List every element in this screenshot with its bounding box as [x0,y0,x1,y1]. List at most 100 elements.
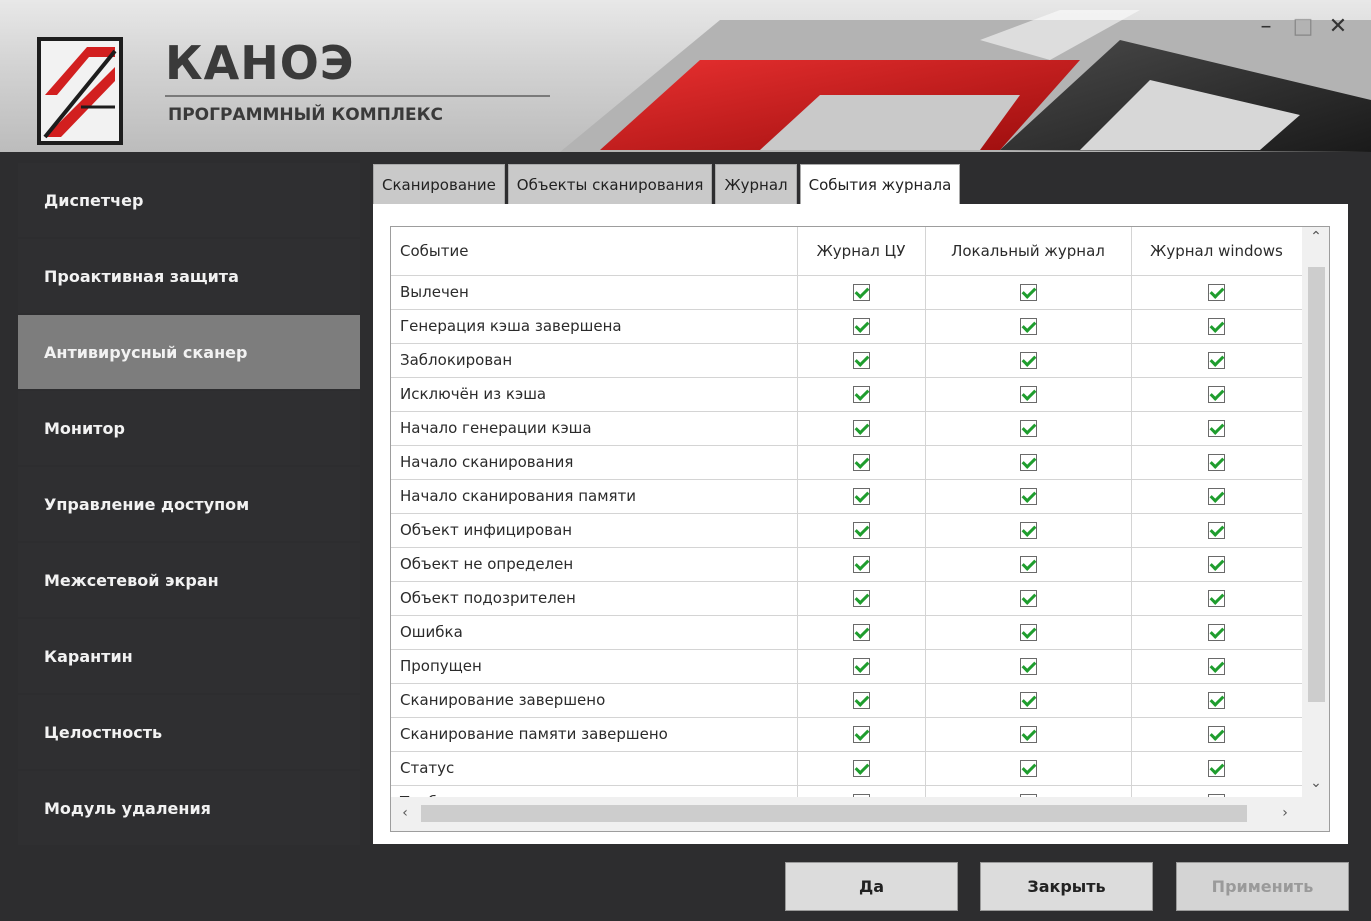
horizontal-scrollbar[interactable]: ‹ › [391,797,1329,831]
table-row[interactable]: Пропущен [391,648,1303,683]
cu-log-checkbox[interactable] [852,624,870,641]
cu-log-checkbox[interactable] [852,658,870,675]
local-log-checkbox[interactable] [1019,556,1037,573]
tab-scanning[interactable]: Сканирование [373,164,505,204]
scroll-right-icon[interactable]: › [1271,805,1299,821]
local-log-checkbox[interactable] [1019,454,1037,471]
local-log-checkbox[interactable] [1019,352,1037,369]
event-name-cell: Объект не определен [391,546,798,581]
horizontal-scroll-thumb[interactable] [421,805,1247,822]
vertical-scroll-thumb[interactable] [1308,267,1325,702]
sidebar-item-antivirus-scanner[interactable]: Антивирусный сканер [18,315,360,389]
minimize-button[interactable]: – [1253,14,1279,40]
table-row[interactable]: Объект инфицирован [391,512,1303,547]
windows-log-checkbox[interactable] [1208,624,1225,641]
tab-log[interactable]: Журнал [715,164,797,204]
cu-log-checkbox[interactable] [852,760,870,777]
table-row[interactable]: Ошибка [391,614,1303,649]
table-row[interactable]: Статус [391,750,1303,785]
cu-log-cell [797,580,926,615]
sidebar-item-access-control[interactable]: Управление доступом [18,467,360,541]
local-log-cell [925,648,1132,683]
brand-title: КАНОЭ [165,36,355,90]
table-row[interactable]: Исключён из кэша [391,376,1303,411]
table-row[interactable]: Сканирование завершено [391,682,1303,717]
local-log-cell [925,274,1132,309]
tab-log-events[interactable]: События журнала [799,164,961,205]
column-header-windows-log[interactable]: Журнал windows [1131,227,1303,275]
cu-log-checkbox[interactable] [852,488,870,505]
table-row[interactable]: Объект не определен [391,546,1303,581]
windows-log-checkbox[interactable] [1208,284,1225,301]
cu-log-checkbox[interactable] [852,454,870,471]
windows-log-checkbox[interactable] [1208,658,1225,675]
windows-log-checkbox[interactable] [1208,454,1225,471]
cu-log-checkbox[interactable] [852,692,870,709]
maximize-button[interactable]: □ [1290,14,1316,40]
cu-log-checkbox[interactable] [852,590,870,607]
local-log-checkbox[interactable] [1019,318,1037,335]
cu-log-checkbox[interactable] [852,420,870,437]
column-header-cu-log[interactable]: Журнал ЦУ [797,227,926,275]
cu-log-cell [797,444,926,479]
table-row[interactable]: Сканирование памяти завершено [391,716,1303,751]
close-window-button[interactable]: ✕ [1325,14,1351,40]
windows-log-checkbox[interactable] [1208,556,1225,573]
table-row[interactable]: Начало сканирования памяти [391,478,1303,513]
local-log-checkbox[interactable] [1019,284,1037,301]
windows-log-checkbox[interactable] [1208,590,1225,607]
local-log-checkbox[interactable] [1019,726,1037,743]
local-log-checkbox[interactable] [1019,658,1037,675]
local-log-checkbox[interactable] [1019,692,1037,709]
windows-log-checkbox[interactable] [1208,386,1225,403]
cu-log-checkbox[interactable] [852,386,870,403]
sidebar-item-firewall[interactable]: Межсетевой экран [18,543,360,617]
table-row[interactable]: Заблокирован [391,342,1303,377]
tab-scan-objects[interactable]: Объекты сканирования [507,164,713,204]
apply-button[interactable]: Применить [1176,862,1349,911]
column-header-local-log[interactable]: Локальный журнал [925,227,1132,275]
event-name-cell: Статус [391,750,798,785]
table-row[interactable]: Объект подозрителен [391,580,1303,615]
ok-button[interactable]: Да [785,862,958,911]
table-row[interactable]: Генерация кэша завершена [391,308,1303,343]
cu-log-checkbox[interactable] [852,284,870,301]
sidebar-item-proactive-protection[interactable]: Проактивная защита [18,239,360,313]
scroll-down-icon[interactable]: ⌄ [1302,775,1329,791]
local-log-checkbox[interactable] [1019,420,1037,437]
local-log-checkbox[interactable] [1019,590,1037,607]
cu-log-checkbox[interactable] [852,352,870,369]
sidebar-item-monitor[interactable]: Монитор [18,391,360,465]
local-log-checkbox[interactable] [1019,488,1037,505]
cu-log-checkbox[interactable] [852,522,870,539]
windows-log-checkbox[interactable] [1208,760,1225,777]
table-row[interactable]: Начало сканирования [391,444,1303,479]
sidebar-item-quarantine[interactable]: Карантин [18,619,360,693]
windows-log-checkbox[interactable] [1208,522,1225,539]
local-log-cell [925,750,1132,785]
table-row[interactable]: Вылечен [391,274,1303,309]
cu-log-checkbox[interactable] [852,726,870,743]
windows-log-checkbox[interactable] [1208,488,1225,505]
local-log-checkbox[interactable] [1019,522,1037,539]
windows-log-checkbox[interactable] [1208,318,1225,335]
cu-log-checkbox[interactable] [852,318,870,335]
local-log-checkbox[interactable] [1019,624,1037,641]
table-row[interactable]: Начало генерации кэша [391,410,1303,445]
cu-log-checkbox[interactable] [852,556,870,573]
sidebar-item-removal-module[interactable]: Модуль удаления [18,771,360,845]
scroll-up-icon[interactable]: ⌃ [1302,229,1329,245]
sidebar-item-dispatcher[interactable]: Диспетчер [18,163,360,237]
scroll-left-icon[interactable]: ‹ [391,805,419,821]
close-button[interactable]: Закрыть [980,862,1153,911]
windows-log-checkbox[interactable] [1208,352,1225,369]
windows-log-checkbox[interactable] [1208,726,1225,743]
windows-log-checkbox[interactable] [1208,420,1225,437]
local-log-checkbox[interactable] [1019,386,1037,403]
windows-log-checkbox[interactable] [1208,692,1225,709]
sidebar-item-integrity[interactable]: Целостность [18,695,360,769]
event-name-cell: Исключён из кэша [391,376,798,411]
local-log-checkbox[interactable] [1019,760,1037,777]
vertical-scrollbar[interactable]: ⌃ ⌄ [1302,227,1329,797]
column-header-event[interactable]: Событие [391,227,798,275]
